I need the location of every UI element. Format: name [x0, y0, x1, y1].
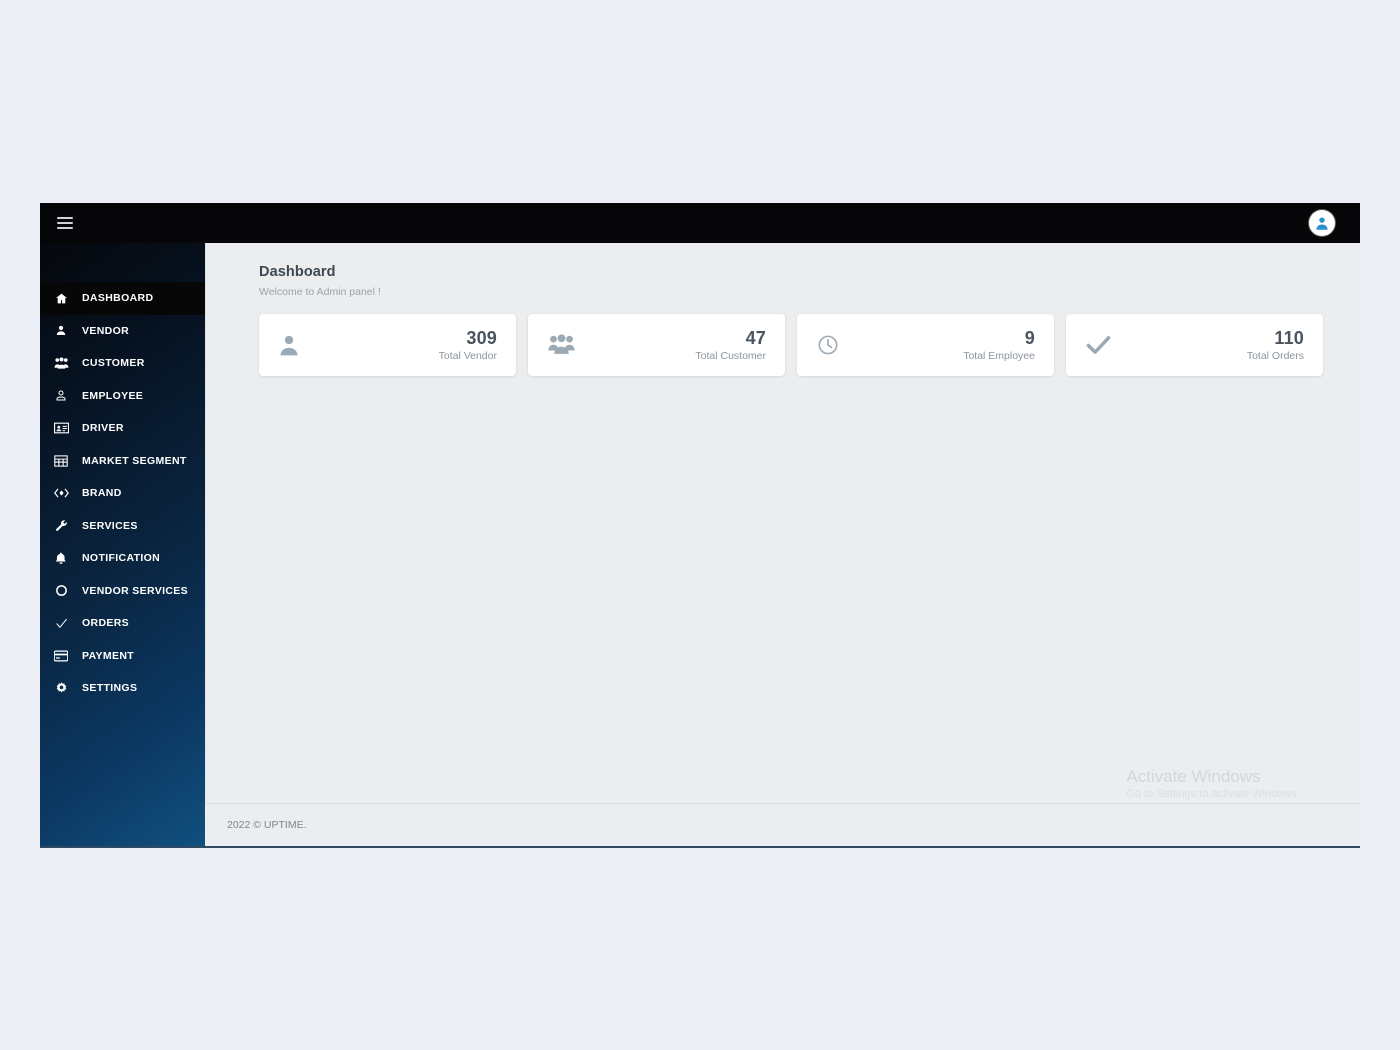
employee-icon	[40, 389, 82, 402]
stat-card-total-employee[interactable]: 9 Total Employee	[797, 314, 1054, 376]
credit-card-icon	[40, 650, 82, 662]
footer: 2022 © UPTIME.	[205, 803, 1360, 846]
stat-card-label: Total Vendor	[438, 350, 497, 362]
stat-card-label: Total Customer	[695, 350, 766, 362]
sidebar-item-label: DASHBOARD	[82, 292, 154, 305]
hamburger-bar	[57, 227, 73, 229]
stat-card-label: Total Orders	[1246, 350, 1304, 362]
page-subtitle: Welcome to Admin panel !	[259, 286, 381, 298]
page-title: Dashboard	[259, 264, 336, 280]
watermark-subtitle: Go to Settings to activate Windows.	[1126, 788, 1300, 800]
check-icon	[40, 617, 82, 630]
sidebar-item-customer[interactable]: CUSTOMER	[40, 347, 205, 380]
sidebar-item-label: SETTINGS	[82, 682, 138, 695]
sidebar-item-label: VENDOR SERVICES	[82, 584, 188, 597]
home-icon	[40, 292, 82, 305]
sidebar-item-dashboard[interactable]: DASHBOARD	[40, 282, 205, 315]
stat-card-text: 110 Total Orders	[1247, 328, 1304, 362]
topbar	[40, 203, 1360, 243]
sidebar-item-label: PAYMENT	[82, 649, 135, 662]
sidebar-item-label: CUSTOMER	[82, 357, 145, 370]
stat-card-text: 47 Total Customer	[695, 328, 766, 362]
table-grid-icon	[40, 455, 82, 467]
sidebar: DASHBOARD VENDOR CUSTOMER EMPLOYEE DRIVE…	[40, 243, 205, 846]
sidebar-item-label: NOTIFICATION	[82, 552, 161, 565]
stat-card-text: 309 Total Vendor	[439, 328, 497, 362]
hamburger-bar	[57, 217, 73, 219]
sidebar-item-orders[interactable]: ORDERS	[40, 607, 205, 640]
sidebar-item-label: SERVICES	[82, 519, 138, 532]
sidebar-item-driver[interactable]: DRIVER	[40, 412, 205, 445]
stat-card-label: Total Employee	[963, 350, 1035, 362]
stat-card-text: 9 Total Employee	[963, 328, 1035, 362]
user-icon	[279, 334, 299, 356]
users-group-icon	[548, 334, 575, 356]
hamburger-menu-icon[interactable]	[57, 214, 77, 232]
stat-card-total-customer[interactable]: 47 Total Customer	[528, 314, 785, 376]
sidebar-item-services[interactable]: SERVICES	[40, 510, 205, 543]
user-icon	[40, 324, 82, 337]
circle-icon	[40, 584, 82, 597]
sidebar-item-settings[interactable]: SETTINGS	[40, 672, 205, 705]
sidebar-item-label: ORDERS	[82, 617, 130, 630]
customers-icon	[40, 357, 82, 370]
sidebar-item-notification[interactable]: NOTIFICATION	[40, 542, 205, 575]
wrench-icon	[40, 519, 82, 532]
id-card-icon	[40, 422, 82, 434]
stat-card-value: 9	[1024, 328, 1035, 348]
check-icon	[1086, 334, 1111, 356]
sidebar-item-label: DRIVER	[82, 422, 124, 435]
sidebar-nav: DASHBOARD VENDOR CUSTOMER EMPLOYEE DRIVE…	[40, 282, 205, 705]
hamburger-bar	[57, 222, 73, 224]
sidebar-item-label: EMPLOYEE	[82, 389, 144, 402]
page-header: Dashboard Welcome to Admin panel !	[206, 243, 1360, 298]
app-window: DASHBOARD VENDOR CUSTOMER EMPLOYEE DRIVE…	[40, 203, 1360, 848]
stat-card-value: 110	[1274, 328, 1304, 348]
code-brackets-icon	[40, 487, 82, 499]
user-avatar-icon	[1316, 217, 1328, 230]
sidebar-item-market-segment[interactable]: MARKET SEGMENT	[40, 445, 205, 478]
stat-card-total-orders[interactable]: 110 Total Orders	[1066, 314, 1323, 376]
footer-copyright: 2022 © UPTIME.	[227, 819, 307, 831]
sidebar-item-payment[interactable]: PAYMENT	[40, 640, 205, 673]
sidebar-item-label: BRAND	[82, 487, 122, 500]
avatar[interactable]	[1309, 210, 1335, 236]
sidebar-item-vendor[interactable]: VENDOR	[40, 315, 205, 348]
sidebar-item-label: MARKET SEGMENT	[82, 454, 187, 467]
sidebar-item-brand[interactable]: BRAND	[40, 477, 205, 510]
watermark-title: Activate Windows	[1126, 767, 1261, 786]
main-content: Dashboard Welcome to Admin panel ! 309 T…	[205, 243, 1360, 846]
sidebar-item-vendor-services[interactable]: VENDOR SERVICES	[40, 575, 205, 608]
sidebar-item-label: VENDOR	[82, 324, 130, 337]
activate-windows-watermark: Activate Windows Go to Settings to activ…	[1126, 766, 1300, 801]
stat-card-row: 309 Total Vendor 47 Total Customer 9 Tot…	[206, 298, 1360, 376]
stat-card-total-vendor[interactable]: 309 Total Vendor	[259, 314, 516, 376]
stat-card-value: 47	[745, 328, 766, 348]
stat-card-value: 309	[466, 328, 497, 348]
gear-icon	[40, 682, 82, 695]
clock-icon	[817, 334, 839, 356]
sidebar-item-employee[interactable]: EMPLOYEE	[40, 380, 205, 413]
bell-icon	[40, 552, 82, 565]
